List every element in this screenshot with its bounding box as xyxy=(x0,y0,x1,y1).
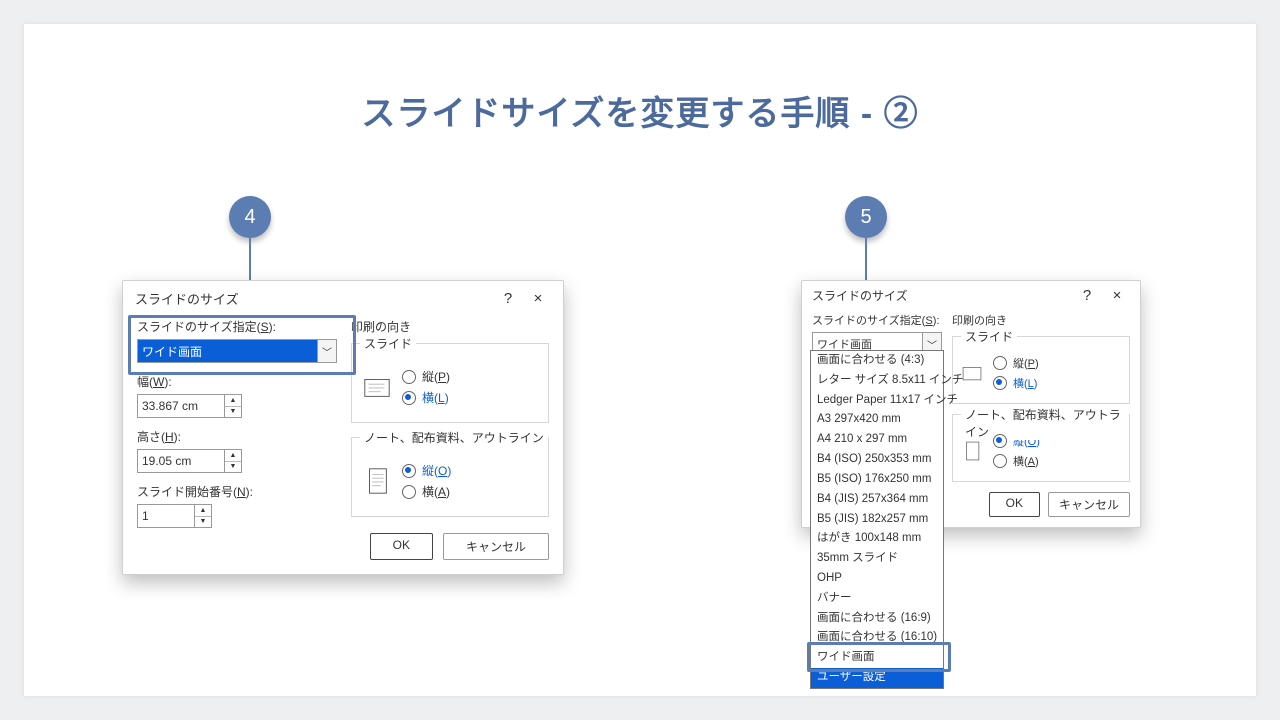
orientation-notes-label-2: ノート、配布資料、アウトライン xyxy=(961,406,1129,440)
height-value: 19.05 cm xyxy=(137,449,224,473)
orientation-slides-group-2: スライド 縦(P) 横(L) xyxy=(952,336,1130,404)
dropdown-option[interactable]: はがき 100x148 mm xyxy=(811,529,943,549)
dropdown-option[interactable]: B4 (JIS) 257x364 mm xyxy=(811,490,943,510)
notes-landscape-radio[interactable]: 横(A) xyxy=(402,483,451,500)
step-badge-4: 4 xyxy=(229,196,271,238)
page-portrait-icon xyxy=(961,440,983,462)
width-value: 33.867 cm xyxy=(137,394,224,418)
radio-label: 縦(P) xyxy=(422,368,450,385)
dropdown-option[interactable]: A4 210 x 297 mm xyxy=(811,430,943,450)
cancel-button[interactable]: キャンセル xyxy=(443,533,549,560)
slide-size-dialog-1: スライドのサイズ ? × スライドのサイズ指定(S): ワイド画面 ﹀ 幅(W)… xyxy=(122,280,564,575)
dialog2-title: スライドのサイズ xyxy=(812,287,1072,304)
radio-label: 縦(O) xyxy=(422,462,451,479)
dropdown-option[interactable]: B4 (ISO) 250x353 mm xyxy=(811,450,943,470)
start-number-label: スライド開始番号(N): xyxy=(137,483,337,500)
chevron-down-icon[interactable]: ﹀ xyxy=(317,339,337,363)
spin-down-icon[interactable]: ▼ xyxy=(225,407,241,418)
dropdown-option[interactable]: A3 297x420 mm xyxy=(811,410,943,430)
dropdown-option[interactable]: 35mm スライド xyxy=(811,549,943,569)
spin-down-icon[interactable]: ▼ xyxy=(225,462,241,473)
slides-landscape-radio-2[interactable]: 横(L) xyxy=(993,375,1039,391)
dropdown-option[interactable]: 画面に合わせる (4:3) xyxy=(811,351,943,371)
ok-button[interactable]: OK xyxy=(370,533,433,560)
slides-landscape-radio[interactable]: 横(L) xyxy=(402,389,450,406)
radio-label: 横(A) xyxy=(422,483,450,500)
start-number-value: 1 xyxy=(137,504,194,528)
spin-up-icon[interactable]: ▲ xyxy=(195,505,211,517)
dropdown-option[interactable]: B5 (ISO) 176x250 mm xyxy=(811,470,943,490)
page-portrait-icon xyxy=(362,466,392,496)
notes-landscape-radio-2[interactable]: 横(A) xyxy=(993,453,1040,469)
size-spec-combo[interactable]: ワイド画面 ﹀ xyxy=(137,339,337,363)
dropdown-option[interactable]: 画面に合わせる (16:9) xyxy=(811,609,943,629)
slides-portrait-radio-2[interactable]: 縦(P) xyxy=(993,355,1039,371)
orientation-title: 印刷の向き xyxy=(351,318,549,335)
dialog1-close-button[interactable]: × xyxy=(523,290,553,307)
orientation-notes-group-2: ノート、配布資料、アウトライン 縦(O) 横(A xyxy=(952,414,1130,482)
size-spec-label: スライドのサイズ指定(S): xyxy=(137,318,337,335)
size-spec-label-2: スライドのサイズ指定(S): xyxy=(812,312,952,328)
orientation-slides-label: スライド xyxy=(360,335,416,352)
dropdown-option[interactable]: B5 (JIS) 182x257 mm xyxy=(811,510,943,530)
dialog1-title: スライドのサイズ xyxy=(135,289,493,308)
start-number-spinner[interactable]: 1 ▲▼ xyxy=(137,504,212,528)
dropdown-option[interactable]: ワイド画面 xyxy=(811,648,943,668)
page-landscape-icon xyxy=(961,362,983,384)
page-title: スライドサイズを変更する手順 - ② xyxy=(24,86,1256,135)
dropdown-option[interactable]: Ledger Paper 11x17 インチ xyxy=(811,391,943,411)
cancel-button-2[interactable]: キャンセル xyxy=(1048,492,1130,517)
orientation-notes-group: ノート、配布資料、アウトライン 縦(O) 横(A xyxy=(351,437,549,517)
orientation-slides-group: スライド 縦(P) 横(L) xyxy=(351,343,549,423)
dropdown-option[interactable]: 画面に合わせる (16:10) xyxy=(811,628,943,648)
ok-button-2[interactable]: OK xyxy=(989,492,1040,517)
dropdown-option[interactable]: OHP xyxy=(811,569,943,589)
dropdown-option[interactable]: バナー xyxy=(811,589,943,609)
size-spec-value: ワイド画面 xyxy=(137,339,317,363)
dropdown-option[interactable]: レター サイズ 8.5x11 インチ xyxy=(811,371,943,391)
step-badge-5: 5 xyxy=(845,196,887,238)
orientation-title-2: 印刷の向き xyxy=(952,312,1130,328)
dialog1-help-button[interactable]: ? xyxy=(493,290,523,307)
radio-label: 横(L) xyxy=(1013,375,1037,391)
width-label: 幅(W): xyxy=(137,373,337,390)
spin-down-icon[interactable]: ▼ xyxy=(195,517,211,528)
dropdown-option-selected[interactable]: ユーザー設定 xyxy=(811,668,943,688)
height-spinner[interactable]: 19.05 cm ▲▼ xyxy=(137,449,242,473)
slides-portrait-radio[interactable]: 縦(P) xyxy=(402,368,450,385)
size-dropdown-list[interactable]: 画面に合わせる (4:3) レター サイズ 8.5x11 インチ Ledger … xyxy=(810,350,944,689)
orientation-slides-label-2: スライド xyxy=(961,328,1017,345)
dialog2-close-button[interactable]: × xyxy=(1102,287,1132,304)
radio-label: 横(A) xyxy=(1013,453,1039,469)
height-label: 高さ(H): xyxy=(137,428,337,445)
orientation-notes-label: ノート、配布資料、アウトライン xyxy=(360,429,548,446)
notes-portrait-radio[interactable]: 縦(O) xyxy=(402,462,451,479)
width-spinner[interactable]: 33.867 cm ▲▼ xyxy=(137,394,242,418)
radio-label: 横(L) xyxy=(422,389,449,406)
dialog2-help-button[interactable]: ? xyxy=(1072,287,1102,304)
spin-up-icon[interactable]: ▲ xyxy=(225,450,241,462)
slide-card: スライドサイズを変更する手順 - ② 4 スライドのサイズ ? × スライドのサ… xyxy=(24,24,1256,696)
page-landscape-icon xyxy=(362,372,392,402)
spin-up-icon[interactable]: ▲ xyxy=(225,395,241,407)
radio-label: 縦(P) xyxy=(1013,355,1039,371)
